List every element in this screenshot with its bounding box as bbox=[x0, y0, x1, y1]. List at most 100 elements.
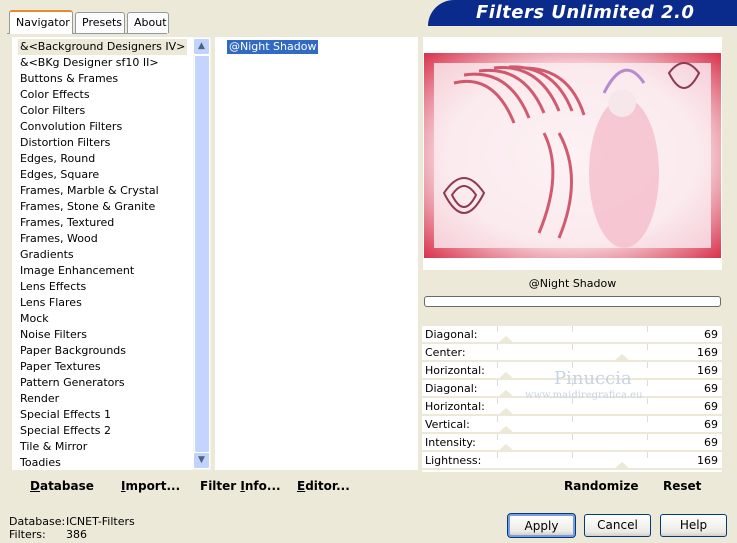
database-button[interactable]: Database bbox=[30, 479, 94, 493]
slider-tick bbox=[497, 344, 498, 350]
category-item[interactable]: Lens Effects bbox=[20, 279, 86, 295]
import-button[interactable]: Import... bbox=[121, 479, 180, 493]
category-item[interactable]: Mock bbox=[20, 311, 49, 327]
scroll-down-button[interactable]: ▼ bbox=[193, 452, 210, 469]
category-item[interactable]: Tile & Mirror bbox=[20, 439, 87, 455]
filters-value: 386 bbox=[66, 528, 87, 541]
category-item[interactable]: Paper Textures bbox=[20, 359, 101, 375]
slider-value: 169 bbox=[697, 454, 718, 467]
slider-tick bbox=[647, 344, 648, 350]
slider-tick bbox=[572, 344, 573, 350]
slider-row[interactable]: Diagonal: 69 bbox=[422, 326, 722, 344]
category-item[interactable]: Special Effects 2 bbox=[20, 423, 111, 439]
category-list[interactable]: &<Background Designers IV> &<BKg Designer… bbox=[12, 37, 211, 470]
tab-navigator[interactable]: Navigator bbox=[9, 10, 73, 34]
banner-title: Filters Unlimited 2.0 bbox=[476, 2, 695, 23]
slider-label: Diagonal: bbox=[425, 328, 478, 341]
slider-tick bbox=[497, 380, 498, 386]
cancel-button[interactable]: Cancel bbox=[584, 514, 651, 537]
category-item[interactable]: Pattern Generators bbox=[20, 375, 125, 391]
slider-tick bbox=[572, 416, 573, 422]
editor-button[interactable]: Editor... bbox=[297, 479, 350, 493]
slider-row[interactable]: Intensity: 69 bbox=[422, 434, 722, 452]
slider-thumb[interactable] bbox=[498, 426, 514, 433]
tab-presets[interactable]: Presets bbox=[75, 12, 125, 33]
slider-tick bbox=[647, 326, 648, 332]
slider-tick bbox=[497, 362, 498, 368]
slider-label: Lightness: bbox=[425, 454, 482, 467]
category-item[interactable]: Frames, Textured bbox=[20, 215, 114, 231]
category-item[interactable]: Special Effects 1 bbox=[20, 407, 111, 423]
slider-row[interactable]: Center: 169 bbox=[422, 344, 722, 362]
category-item[interactable]: Color Effects bbox=[20, 87, 90, 103]
slider-thumb[interactable] bbox=[614, 354, 630, 361]
slider-thumb[interactable] bbox=[614, 462, 630, 469]
category-item[interactable]: Paper Backgrounds bbox=[20, 343, 126, 359]
category-item[interactable]: Noise Filters bbox=[20, 327, 87, 343]
slider-value: 69 bbox=[704, 382, 718, 395]
filter-list[interactable]: @Night Shadow bbox=[215, 37, 418, 470]
slider-track[interactable] bbox=[422, 468, 722, 470]
slider-row[interactable]: Vertical: 69 bbox=[422, 416, 722, 434]
slider-thumb[interactable] bbox=[498, 390, 514, 397]
slider-tick bbox=[497, 452, 498, 458]
reset-button[interactable]: Reset bbox=[663, 479, 701, 493]
preview-action-bar: Randomize Reset bbox=[423, 472, 722, 497]
category-item[interactable]: Gradients bbox=[20, 247, 74, 263]
action-bar: Database Import... Filter Info... Editor… bbox=[12, 472, 418, 497]
category-item[interactable]: Image Enhancement bbox=[20, 263, 134, 279]
category-item[interactable]: Frames, Marble & Crystal bbox=[20, 183, 159, 199]
slider-value: 69 bbox=[704, 436, 718, 449]
slider-tick bbox=[572, 326, 573, 332]
randomize-button[interactable]: Randomize bbox=[564, 479, 638, 493]
filter-info-button[interactable]: Filter Info... bbox=[200, 479, 281, 493]
slider-value: 69 bbox=[704, 400, 718, 413]
filter-item-selected[interactable]: @Night Shadow bbox=[227, 40, 319, 54]
preview-filter-name: @Night Shadow bbox=[528, 277, 617, 290]
slider-label: Center: bbox=[425, 346, 466, 359]
progress-bar bbox=[424, 296, 721, 307]
slider-tick bbox=[647, 398, 648, 404]
slider-thumb[interactable] bbox=[498, 336, 514, 343]
category-item[interactable]: Lens Flares bbox=[20, 295, 82, 311]
preview-image bbox=[424, 53, 721, 258]
slider-value: 69 bbox=[704, 328, 718, 341]
category-item[interactable]: Frames, Stone & Granite bbox=[20, 199, 155, 215]
slider-thumb[interactable] bbox=[498, 372, 514, 379]
slider-label: Diagonal: bbox=[425, 382, 478, 395]
database-label: Database: bbox=[9, 515, 66, 528]
slider-tick bbox=[647, 416, 648, 422]
category-item[interactable]: Convolution Filters bbox=[20, 119, 122, 135]
scroll-up-button[interactable]: ▲ bbox=[193, 38, 210, 55]
category-scrollbar[interactable]: ▲ ▼ bbox=[193, 37, 211, 470]
category-item[interactable]: Buttons & Frames bbox=[20, 71, 118, 87]
slider-row[interactable]: Lightness: 169 bbox=[422, 452, 722, 470]
slider-label: Vertical: bbox=[425, 418, 470, 431]
slider-tick bbox=[647, 380, 648, 386]
slider-tick bbox=[647, 434, 648, 440]
category-item[interactable]: Render bbox=[20, 391, 59, 407]
category-item[interactable]: Edges, Round bbox=[20, 151, 95, 167]
watermark-url: www.maidiregrafica.eu bbox=[525, 390, 643, 401]
apply-button[interactable]: Apply bbox=[507, 513, 576, 538]
slider-tick bbox=[647, 362, 648, 368]
slider-tick bbox=[497, 416, 498, 422]
slider-thumb[interactable] bbox=[498, 408, 514, 415]
scroll-thumb[interactable] bbox=[194, 55, 210, 453]
category-item[interactable]: Edges, Square bbox=[20, 167, 99, 183]
slider-tick bbox=[497, 398, 498, 404]
category-item[interactable]: Color Filters bbox=[20, 103, 85, 119]
category-item[interactable]: &<BKg Designer sf10 II> bbox=[20, 55, 159, 71]
slider-tick bbox=[572, 452, 573, 458]
watermark-name: Pinuccia bbox=[554, 368, 632, 389]
help-button[interactable]: Help bbox=[660, 514, 727, 537]
tab-about[interactable]: About bbox=[127, 12, 169, 33]
category-item[interactable]: Frames, Wood bbox=[20, 231, 98, 247]
slider-tick bbox=[497, 434, 498, 440]
category-item[interactable]: Toadies bbox=[20, 455, 61, 470]
category-item[interactable]: &<Background Designers IV> bbox=[18, 39, 188, 55]
database-value: ICNET-Filters bbox=[66, 515, 135, 528]
category-item[interactable]: Distortion Filters bbox=[20, 135, 110, 151]
slider-thumb[interactable] bbox=[498, 444, 514, 451]
slider-tick bbox=[647, 452, 648, 458]
